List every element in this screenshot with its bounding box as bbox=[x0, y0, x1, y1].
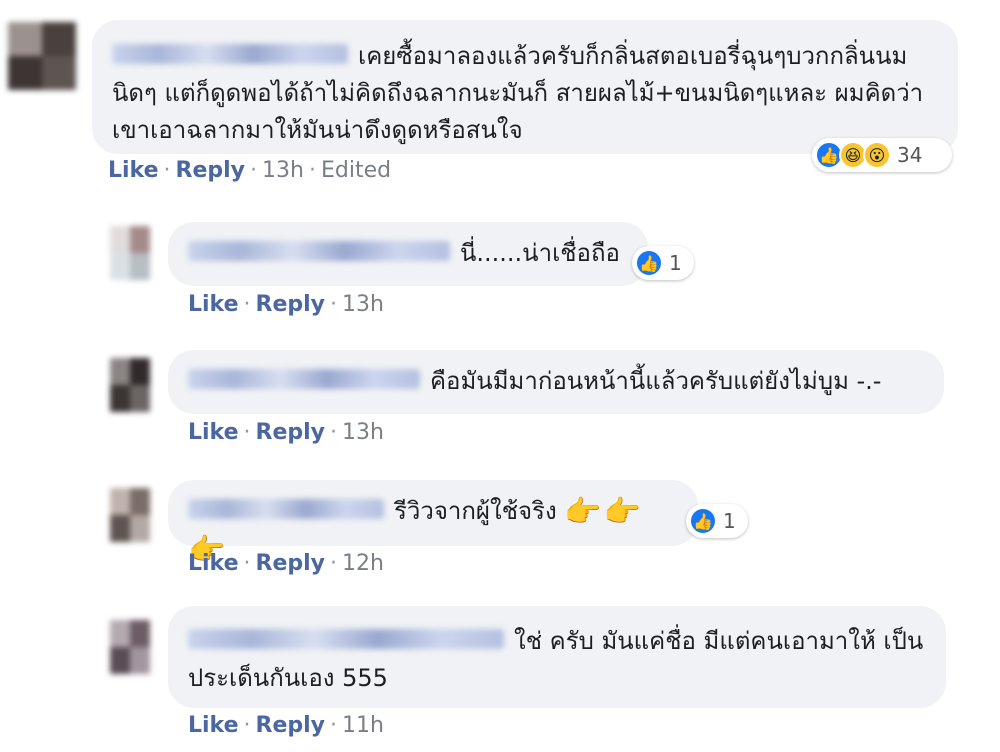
reactions-summary[interactable]: 👍 1 bbox=[686, 504, 748, 538]
reply-link[interactable]: Reply bbox=[256, 292, 326, 317]
separator: · bbox=[250, 158, 258, 183]
author-name[interactable] bbox=[112, 44, 348, 64]
comment-bubble: รีวิวจากผู้ใช้จริง 👉👉👉 bbox=[168, 480, 698, 567]
comment-bubble: เคยซื้อมาลองแล้วครับก็กลิ่นสตอเบอรี่ฉุนๆ… bbox=[92, 20, 958, 154]
reply-link[interactable]: Reply bbox=[176, 158, 246, 183]
avatar[interactable] bbox=[110, 226, 150, 280]
separator: · bbox=[308, 158, 316, 183]
separator: · bbox=[330, 420, 338, 445]
separator: · bbox=[243, 420, 251, 445]
timestamp[interactable]: 11h bbox=[342, 713, 384, 738]
timestamp[interactable]: 13h bbox=[342, 292, 384, 317]
reaction-count: 34 bbox=[897, 143, 923, 167]
reactions-summary[interactable]: 👍 1 bbox=[632, 246, 694, 280]
reaction-count: 1 bbox=[669, 251, 682, 275]
comment-bubble: คือมันมีมาก่อนหน้านี้แล้วครับแต่ยังไม่บู… bbox=[168, 350, 944, 414]
reaction-count: 1 bbox=[723, 509, 736, 533]
separator: · bbox=[330, 713, 338, 738]
author-name[interactable] bbox=[188, 629, 504, 649]
reactions-summary[interactable]: 👍 😆 😮 34 bbox=[812, 138, 952, 172]
separator: · bbox=[330, 551, 338, 576]
avatar[interactable] bbox=[110, 620, 150, 674]
like-link[interactable]: Like bbox=[188, 713, 239, 738]
author-name[interactable] bbox=[188, 369, 420, 389]
reply-link[interactable]: Reply bbox=[256, 551, 326, 576]
timestamp[interactable]: 13h bbox=[262, 158, 304, 183]
comment-text: รีวิวจากผู้ใช้จริง bbox=[394, 497, 557, 525]
comment-text: นี่......น่าเชื่อถือ bbox=[460, 239, 620, 267]
edited-label[interactable]: Edited bbox=[321, 158, 391, 183]
comment-actions: Like · Reply · 11h bbox=[188, 713, 384, 738]
reply-link[interactable]: Reply bbox=[256, 713, 326, 738]
separator: · bbox=[243, 551, 251, 576]
like-link[interactable]: Like bbox=[188, 292, 239, 317]
comment-bubble: ใช่ ครับ มันแค่ชื่อ มีแต่คนเอามาให้ เป็น… bbox=[168, 606, 946, 708]
separator: · bbox=[330, 292, 338, 317]
author-name[interactable] bbox=[188, 499, 384, 519]
reply-link[interactable]: Reply bbox=[256, 420, 326, 445]
comment-actions: Like · Reply · 12h bbox=[188, 551, 384, 576]
separator: · bbox=[243, 292, 251, 317]
comment-actions: Like · Reply · 13h bbox=[188, 292, 384, 317]
author-name[interactable] bbox=[188, 241, 450, 261]
thumbs-up-icon: 👍 bbox=[689, 507, 717, 535]
like-link[interactable]: Like bbox=[188, 551, 239, 576]
separator: · bbox=[163, 158, 171, 183]
thumbs-up-icon: 👍 bbox=[635, 249, 663, 277]
separator: · bbox=[243, 713, 251, 738]
timestamp[interactable]: 12h bbox=[342, 551, 384, 576]
comment-bubble: นี่......น่าเชื่อถือ bbox=[168, 222, 648, 286]
avatar[interactable] bbox=[110, 488, 150, 542]
avatar[interactable] bbox=[110, 358, 150, 412]
like-link[interactable]: Like bbox=[188, 420, 239, 445]
surprised-face-icon: 😮 bbox=[863, 141, 891, 169]
comment-actions: Like · Reply · 13h bbox=[188, 420, 384, 445]
comment-text: คือมันมีมาก่อนหน้านี้แล้วครับแต่ยังไม่บู… bbox=[430, 367, 882, 395]
avatar[interactable] bbox=[8, 22, 76, 90]
timestamp[interactable]: 13h bbox=[342, 420, 384, 445]
comment-actions: Like · Reply · 13h · Edited bbox=[108, 158, 391, 183]
like-link[interactable]: Like bbox=[108, 158, 159, 183]
